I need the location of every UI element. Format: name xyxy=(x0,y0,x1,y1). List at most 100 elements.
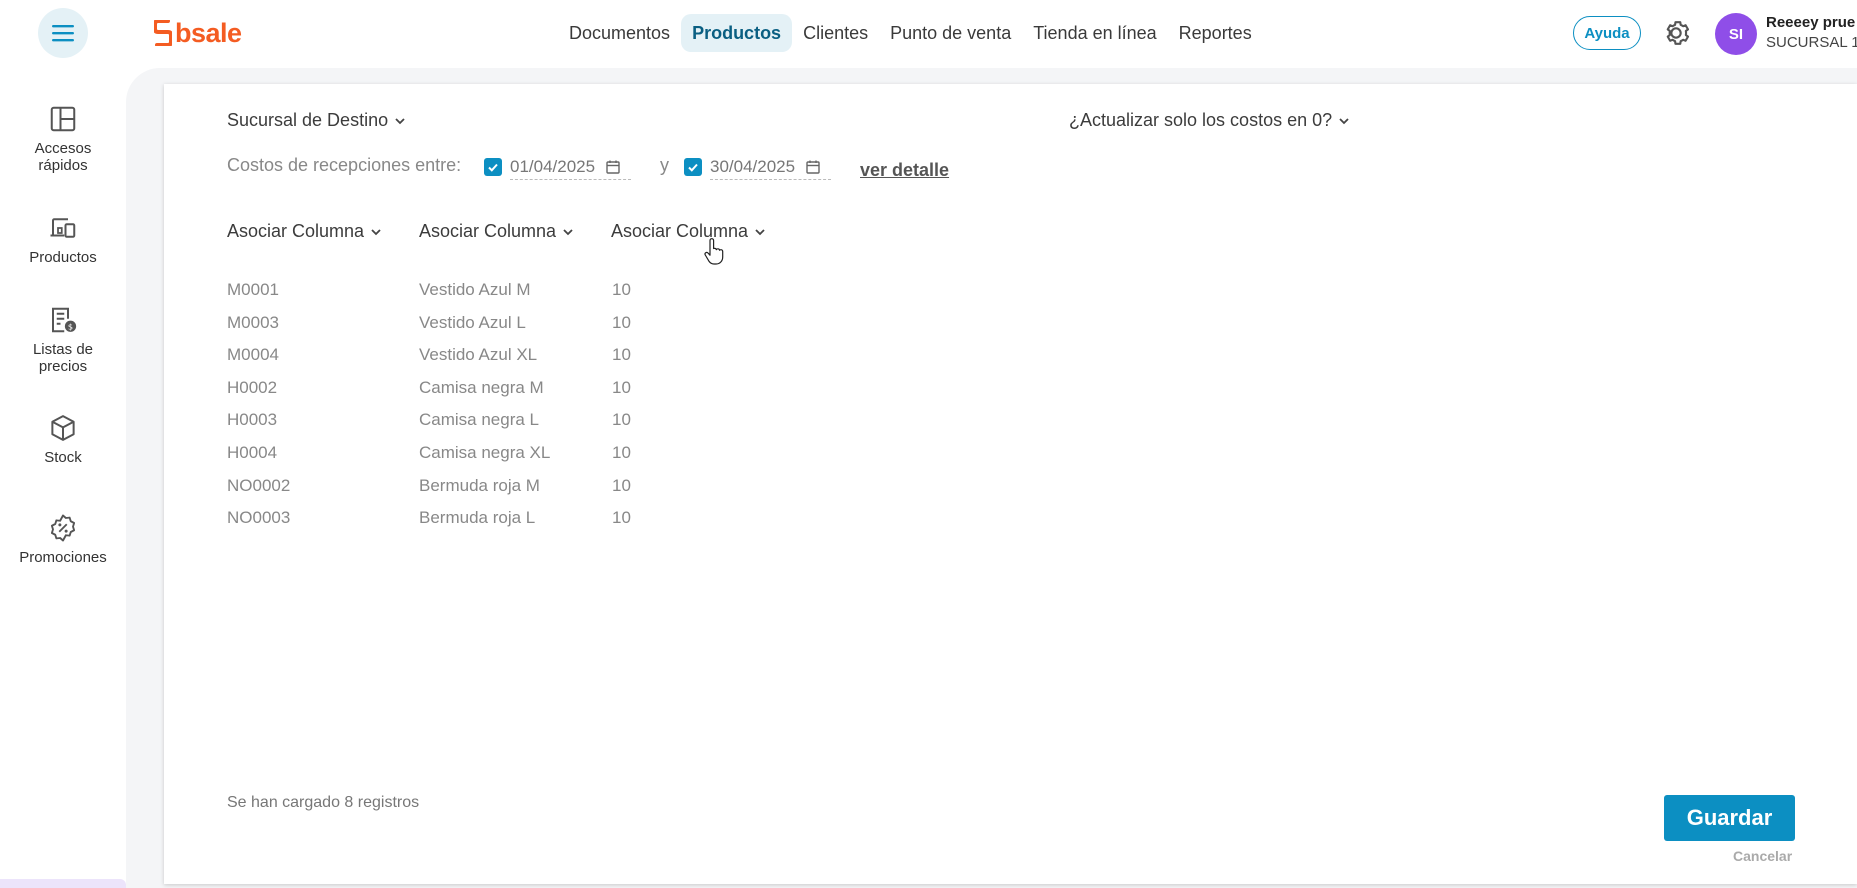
costos-recepciones-label: Costos de recepciones entre: xyxy=(227,155,462,175)
table-row: M0003 Vestido Azul L 10 xyxy=(227,309,727,342)
quantity-cell: 10 xyxy=(612,508,631,528)
chevron-down-icon xyxy=(755,228,765,235)
date-separator: y xyxy=(660,155,669,175)
checkmark-icon xyxy=(488,163,498,172)
sidebar-item-label: Accesos rápidos xyxy=(34,140,92,174)
sku-cell: H0002 xyxy=(227,377,278,397)
bsale-logo-icon xyxy=(154,20,172,46)
sidebar-item-label: Promociones xyxy=(19,549,107,566)
product-name-cell: Vestido Azul M xyxy=(419,280,531,299)
sidebar-item-label: Listas de precios xyxy=(32,341,94,375)
column-mapping-dropdown-2[interactable]: Asociar Columna xyxy=(419,221,574,242)
layout-icon xyxy=(50,106,76,132)
table-row: NO0003 Bermuda roja L 10 xyxy=(227,504,727,537)
chevron-down-icon xyxy=(395,117,405,124)
actualizar-costos-dropdown[interactable]: ¿Actualizar solo los costos en 0? xyxy=(1069,110,1350,131)
table-row: M0001 Vestido Azul M 10 xyxy=(227,276,727,309)
sidebar-item-stock[interactable]: Stock xyxy=(0,413,126,466)
date-to-field[interactable]: 30/04/2025 xyxy=(710,154,832,180)
bsale-logo[interactable]: bsale xyxy=(154,16,242,50)
column-header-label: Asociar Columna xyxy=(227,221,365,241)
table-row: NO0002 Bermuda roja M 10 xyxy=(227,472,727,505)
quantity-cell: 10 xyxy=(612,280,631,299)
date-from-checkbox[interactable] xyxy=(484,158,502,176)
main-nav: Documentos Productos Clientes Punto de v… xyxy=(558,14,1263,52)
product-name-cell: Vestido Azul XL xyxy=(419,345,538,365)
sku-cell: M0003 xyxy=(227,312,279,332)
product-name-cell: Camisa negra M xyxy=(419,377,544,397)
calendar-icon[interactable] xyxy=(605,159,621,175)
help-button[interactable]: Ayuda xyxy=(1573,16,1641,50)
nav-clientes[interactable]: Clientes xyxy=(792,14,879,52)
sidebar-item-productos[interactable]: Productos xyxy=(0,213,126,266)
product-name-cell: Bermuda roja L xyxy=(419,508,536,528)
sidebar-item-label: Productos xyxy=(29,249,97,266)
nav-documentos[interactable]: Documentos xyxy=(558,14,681,52)
sku-cell: M0004 xyxy=(227,345,279,365)
avatar[interactable]: SI xyxy=(1715,13,1757,55)
top-bar: bsale Documentos Productos Clientes Punt… xyxy=(0,0,1857,68)
user-branch: SUCURSAL 1 xyxy=(1766,34,1857,51)
chevron-down-icon xyxy=(1339,117,1349,124)
sku-cell: NO0002 xyxy=(227,475,291,495)
svg-text:$: $ xyxy=(68,321,73,331)
actualizar-costos-label: ¿Actualizar solo los costos en 0? xyxy=(1069,110,1333,130)
quantity-cell: 10 xyxy=(612,475,631,495)
chevron-down-icon xyxy=(563,228,573,235)
quantity-cell: 10 xyxy=(612,377,631,397)
hamburger-menu-button[interactable] xyxy=(38,8,88,58)
sidebar-item-promociones[interactable]: Promociones xyxy=(0,513,126,566)
records-loaded-status: Se han cargado 8 registros xyxy=(227,794,420,811)
devices-icon xyxy=(50,218,76,238)
sucursal-destino-label: Sucursal de Destino xyxy=(227,110,389,130)
cancel-link[interactable]: Cancelar xyxy=(1733,848,1792,864)
nav-tienda-en-linea[interactable]: Tienda en línea xyxy=(1022,14,1167,52)
date-to-value: 30/04/2025 xyxy=(710,156,796,176)
column-header-label: Asociar Columna xyxy=(419,221,557,241)
column-mapping-dropdown-1[interactable]: Asociar Columna xyxy=(227,221,382,242)
chevron-down-icon xyxy=(371,228,381,235)
date-to-checkbox[interactable] xyxy=(684,158,702,176)
price-list-icon: $ xyxy=(52,307,77,333)
quantity-cell: 10 xyxy=(612,410,631,430)
sku-cell: NO0003 xyxy=(227,508,291,528)
hand-pointer-cursor-icon xyxy=(704,238,724,265)
table-row: H0004 Camisa negra XL 10 xyxy=(227,439,727,472)
sku-cell: H0004 xyxy=(227,442,278,462)
save-button[interactable]: Guardar xyxy=(1664,795,1795,841)
box-icon xyxy=(51,415,75,441)
checkmark-icon xyxy=(688,163,698,172)
ver-detalle-link[interactable]: ver detalle xyxy=(860,160,949,181)
sidebar-item-label: Stock xyxy=(44,449,82,466)
table-row: H0003 Camisa negra L 10 xyxy=(227,406,727,439)
nav-productos[interactable]: Productos xyxy=(681,14,793,52)
logo-text: bsale xyxy=(175,17,242,48)
nav-reportes[interactable]: Reportes xyxy=(1168,14,1263,52)
sku-cell: M0001 xyxy=(227,280,279,299)
column-mapping-dropdown-3[interactable]: Asociar Columna xyxy=(611,221,766,242)
quantity-cell: 10 xyxy=(612,312,631,332)
discount-badge-icon xyxy=(50,514,76,542)
sidebar-item-accesos-rapidos[interactable]: Accesos rápidos xyxy=(0,104,126,174)
user-name[interactable]: Reeeey prue xyxy=(1766,14,1855,31)
sidebar-bottom-item[interactable] xyxy=(0,879,126,888)
sucursal-destino-dropdown[interactable]: Sucursal de Destino xyxy=(227,110,406,131)
date-to-group: 30/04/2025 xyxy=(684,154,832,180)
product-name-cell: Vestido Azul L xyxy=(419,312,526,332)
table-row: M0004 Vestido Azul XL 10 xyxy=(227,341,727,374)
product-name-cell: Camisa negra XL xyxy=(419,442,551,462)
sidebar-item-listas-de-precios[interactable]: $ Listas de precios xyxy=(0,305,126,375)
column-header-label: Asociar Columna xyxy=(611,221,749,241)
table-row: H0002 Camisa negra M 10 xyxy=(227,374,727,407)
quantity-cell: 10 xyxy=(612,442,631,462)
hamburger-icon xyxy=(52,25,74,42)
sidebar: Accesos rápidos Productos $ Listas de pr… xyxy=(0,68,126,888)
date-from-value: 01/04/2025 xyxy=(510,156,596,176)
date-from-field[interactable]: 01/04/2025 xyxy=(510,154,632,180)
gear-icon[interactable] xyxy=(1660,17,1692,49)
product-name-cell: Camisa negra L xyxy=(419,410,540,430)
product-name-cell: Bermuda roja M xyxy=(419,475,540,495)
nav-punto-de-venta[interactable]: Punto de venta xyxy=(879,14,1022,52)
sku-cell: H0003 xyxy=(227,410,278,430)
calendar-icon[interactable] xyxy=(805,159,821,175)
